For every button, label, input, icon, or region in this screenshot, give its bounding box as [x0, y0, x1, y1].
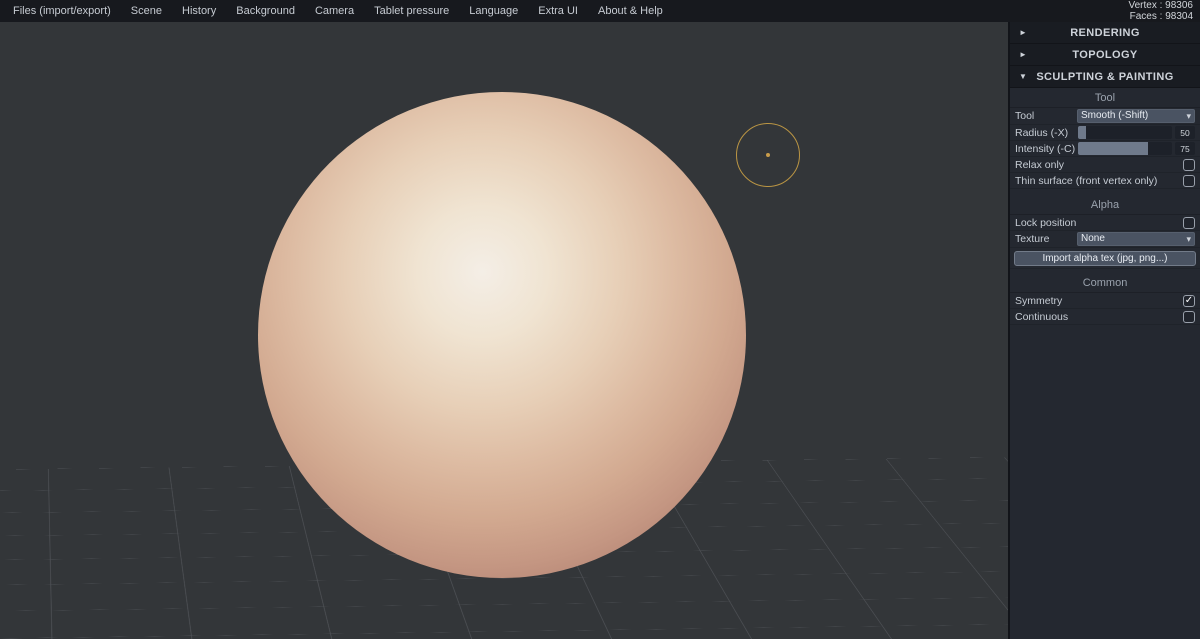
check-icon: ✓ [1185, 295, 1193, 306]
continuous-row: Continuous [1010, 309, 1200, 325]
relax-only-row: Relax only [1010, 157, 1200, 173]
symmetry-checkbox[interactable]: ✓ [1183, 295, 1195, 307]
lock-position-row: Lock position [1010, 215, 1200, 231]
brush-cursor-circle [736, 123, 800, 187]
tool-row: Tool Smooth (-Shift) ▾ [1010, 108, 1200, 125]
menu-background[interactable]: Background [226, 0, 305, 22]
import-alpha-button[interactable]: Import alpha tex (jpg, png...) [1014, 251, 1196, 266]
menu-about-help[interactable]: About & Help [588, 0, 673, 22]
symmetry-label: Symmetry [1015, 295, 1183, 307]
relax-only-label: Relax only [1015, 159, 1183, 171]
menu-scene[interactable]: Scene [121, 0, 172, 22]
section-title-alpha: Alpha [1010, 195, 1200, 215]
expanded-arrow-icon: ▼ [1019, 72, 1027, 81]
intensity-slider[interactable] [1078, 142, 1172, 155]
collapsed-arrow-icon: ► [1019, 50, 1027, 59]
thin-surface-label: Thin surface (front vertex only) [1015, 175, 1183, 187]
texture-select[interactable]: None ▾ [1077, 232, 1195, 246]
menu-camera[interactable]: Camera [305, 0, 364, 22]
panel-title-rendering: RENDERING [1070, 27, 1140, 39]
panel-header-topology[interactable]: ► TOPOLOGY [1010, 44, 1200, 66]
mesh-stats: Vertex : 98306 Faces : 98304 [1129, 0, 1200, 22]
thin-surface-row: Thin surface (front vertex only) [1010, 173, 1200, 189]
menu-bar: Files (import/export) Scene History Back… [0, 0, 1200, 22]
panel-title-topology: TOPOLOGY [1072, 49, 1137, 61]
intensity-label: Intensity (-C) [1015, 143, 1078, 155]
continuous-label: Continuous [1015, 311, 1183, 323]
tool-select-value: Smooth (-Shift) [1081, 110, 1148, 122]
menu-history[interactable]: History [172, 0, 226, 22]
import-alpha-row: Import alpha tex (jpg, png...) [1010, 248, 1200, 269]
intensity-value[interactable]: 75 [1175, 142, 1195, 155]
texture-row: Texture None ▾ [1010, 231, 1200, 248]
panel-header-rendering[interactable]: ► RENDERING [1010, 22, 1200, 44]
tool-label: Tool [1015, 110, 1077, 122]
lock-position-label: Lock position [1015, 217, 1183, 229]
continuous-checkbox[interactable] [1183, 311, 1195, 323]
menu-extra-ui[interactable]: Extra UI [528, 0, 588, 22]
sculpt-sphere-mesh[interactable] [258, 92, 746, 578]
intensity-slider-fill [1078, 142, 1148, 155]
vertex-count: Vertex : 98306 [1129, 0, 1194, 11]
texture-label: Texture [1015, 233, 1077, 245]
right-sidebar: ► RENDERING ► TOPOLOGY ▼ SCULPTING & PAI… [1008, 22, 1200, 639]
viewport-3d[interactable] [0, 0, 1008, 639]
chevron-down-icon: ▾ [1186, 233, 1191, 245]
lock-position-checkbox[interactable] [1183, 217, 1195, 229]
menu-tablet-pressure[interactable]: Tablet pressure [364, 0, 459, 22]
chevron-down-icon: ▾ [1186, 110, 1191, 122]
panel-title-sculpting-painting: SCULPTING & PAINTING [1036, 71, 1173, 83]
tool-select[interactable]: Smooth (-Shift) ▾ [1077, 109, 1195, 123]
radius-value[interactable]: 50 [1175, 126, 1195, 139]
thin-surface-checkbox[interactable] [1183, 175, 1195, 187]
faces-count: Faces : 98304 [1129, 11, 1194, 22]
menu-files[interactable]: Files (import/export) [0, 0, 121, 22]
relax-only-checkbox[interactable] [1183, 159, 1195, 171]
radius-slider-fill [1078, 126, 1086, 139]
collapsed-arrow-icon: ► [1019, 28, 1027, 37]
brush-cursor-dot [766, 153, 770, 157]
radius-label: Radius (-X) [1015, 127, 1078, 139]
intensity-row: Intensity (-C) 75 [1010, 141, 1200, 157]
radius-slider[interactable] [1078, 126, 1172, 139]
texture-select-value: None [1081, 233, 1105, 245]
panel-header-sculpting-painting[interactable]: ▼ SCULPTING & PAINTING [1010, 66, 1200, 88]
menu-language[interactable]: Language [459, 0, 528, 22]
symmetry-row: Symmetry ✓ [1010, 293, 1200, 309]
section-title-tool: Tool [1010, 88, 1200, 108]
section-title-common: Common [1010, 273, 1200, 293]
radius-row: Radius (-X) 50 [1010, 125, 1200, 141]
